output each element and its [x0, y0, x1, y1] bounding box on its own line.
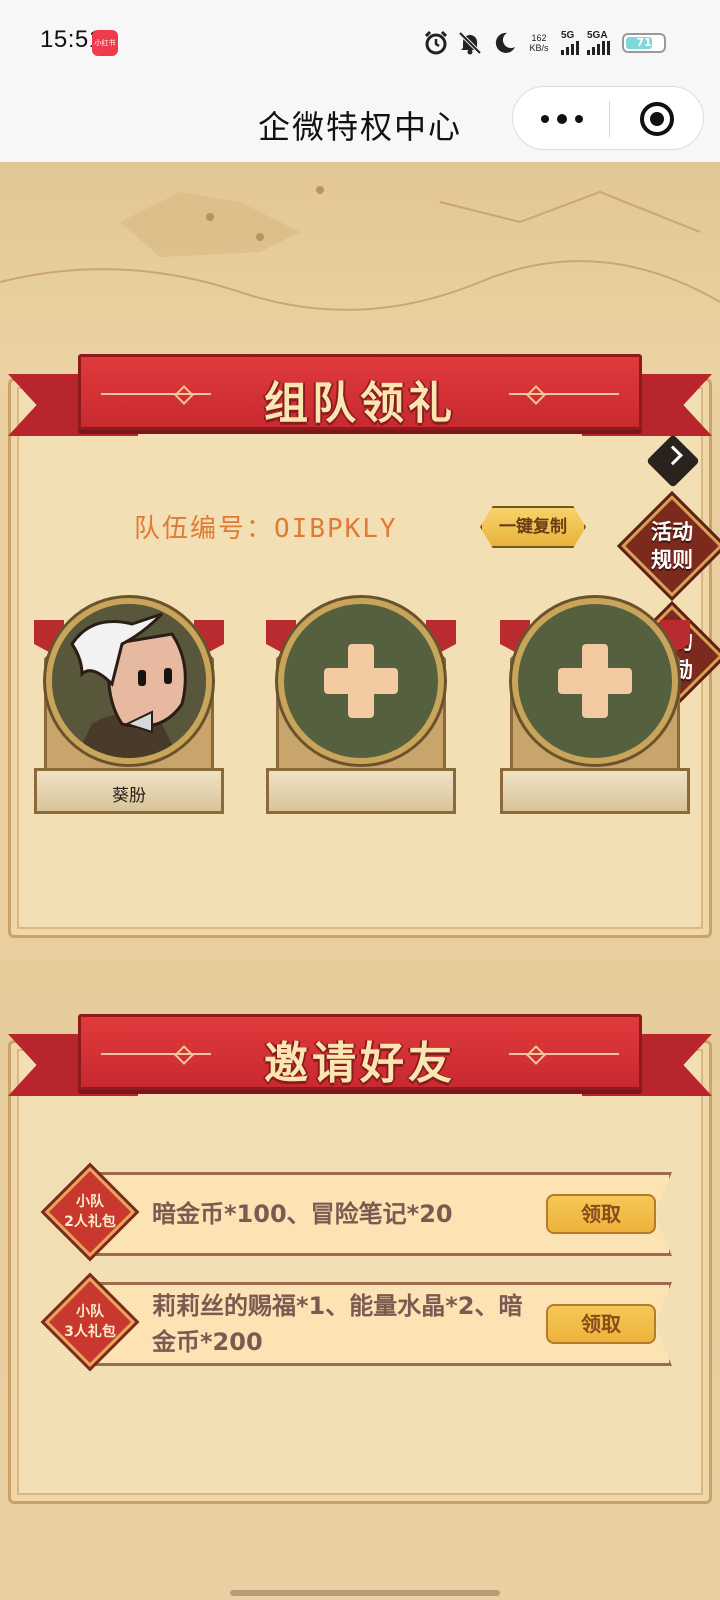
- battery-level: 71: [636, 36, 652, 49]
- invite-member-slot[interactable]: [266, 596, 456, 816]
- claim-button[interactable]: 领取: [546, 1194, 656, 1234]
- activity-rules-button[interactable]: 活动 规则: [621, 495, 720, 597]
- invite-member-slot[interactable]: [500, 596, 690, 816]
- gift-pack-label: 小队 2人礼包: [64, 1194, 116, 1230]
- status-bar: 15:51 小红书 162 KB/s 5G 5GA 71: [0, 0, 720, 86]
- more-icon[interactable]: [513, 87, 609, 151]
- signal-bars-icon: [587, 41, 610, 55]
- invite-banner-title: 邀请好友: [264, 1038, 456, 1089]
- team-member-slot[interactable]: 葵朌: [34, 596, 224, 816]
- reward-description: 莉莉丝的赐福*1、能量水晶*2、暗金币*200: [152, 1292, 523, 1356]
- sim1-label: 5G: [561, 30, 575, 41]
- network-speed: 162 KB/s: [525, 33, 553, 53]
- reward-row: 小队 2人礼包 暗金币*100、冒险笔记*20 领取: [44, 1166, 674, 1258]
- gift-pack-badge: 小队 2人礼包: [44, 1166, 136, 1258]
- sim2-label: 5GA: [587, 30, 608, 41]
- close-miniprogram-icon[interactable]: [609, 87, 705, 151]
- xiaohongshu-notification-icon: 小红书: [92, 30, 118, 56]
- member-name-plate: [266, 768, 456, 814]
- member-name: 葵朌: [112, 786, 146, 806]
- team-banner-title: 组队领礼: [264, 378, 456, 429]
- network-speed-unit: KB/s: [529, 43, 549, 53]
- gift-pack-badge: 小队 3人礼包: [44, 1276, 136, 1368]
- avatar: [46, 598, 212, 764]
- claim-button[interactable]: 领取: [546, 1304, 656, 1344]
- team-id: 队伍编号：OIBPKLY: [134, 508, 398, 545]
- network-speed-value: 162: [531, 33, 547, 43]
- team-id-value: OIBPKLY: [274, 514, 398, 544]
- copy-team-id-button[interactable]: 一键复制: [480, 506, 586, 548]
- add-member-icon[interactable]: [512, 598, 678, 764]
- ribbon-body: 邀请好友: [78, 1014, 642, 1090]
- team-id-label: 队伍编号：: [134, 514, 275, 544]
- battery-icon: 71: [622, 33, 666, 53]
- reward-row: 小队 3人礼包 莉莉丝的赐福*1、能量水晶*2、暗金币*200 领取: [44, 1276, 674, 1368]
- member-name-plate: 葵朌: [34, 768, 224, 814]
- reward-description: 暗金币*100、冒险笔记*20: [152, 1200, 453, 1228]
- sim2-signal: 5GA: [587, 31, 610, 55]
- ribbon-body: 组队领礼: [78, 354, 642, 430]
- title-bar: 企微特权中心: [0, 86, 720, 162]
- sim1-signal: 5G: [561, 31, 579, 55]
- team-banner: 组队领礼: [0, 350, 720, 460]
- moon-icon: [495, 32, 515, 53]
- activity-rules-label: 活动 规则: [651, 520, 693, 572]
- miniprogram-capsule: [512, 86, 704, 150]
- member-name-plate: [500, 768, 690, 814]
- invite-banner: 邀请好友: [0, 1010, 720, 1120]
- gift-pack-label: 小队 3人礼包: [64, 1304, 116, 1340]
- add-member-icon[interactable]: [278, 598, 444, 764]
- signal-bars-icon: [561, 41, 579, 55]
- alarm-icon: [424, 30, 448, 55]
- character-avatar-icon: [52, 604, 206, 758]
- mute-bell-icon: [458, 31, 482, 55]
- status-icons: 162 KB/s 5G 5GA 71: [423, 28, 666, 58]
- home-indicator[interactable]: [230, 1590, 500, 1596]
